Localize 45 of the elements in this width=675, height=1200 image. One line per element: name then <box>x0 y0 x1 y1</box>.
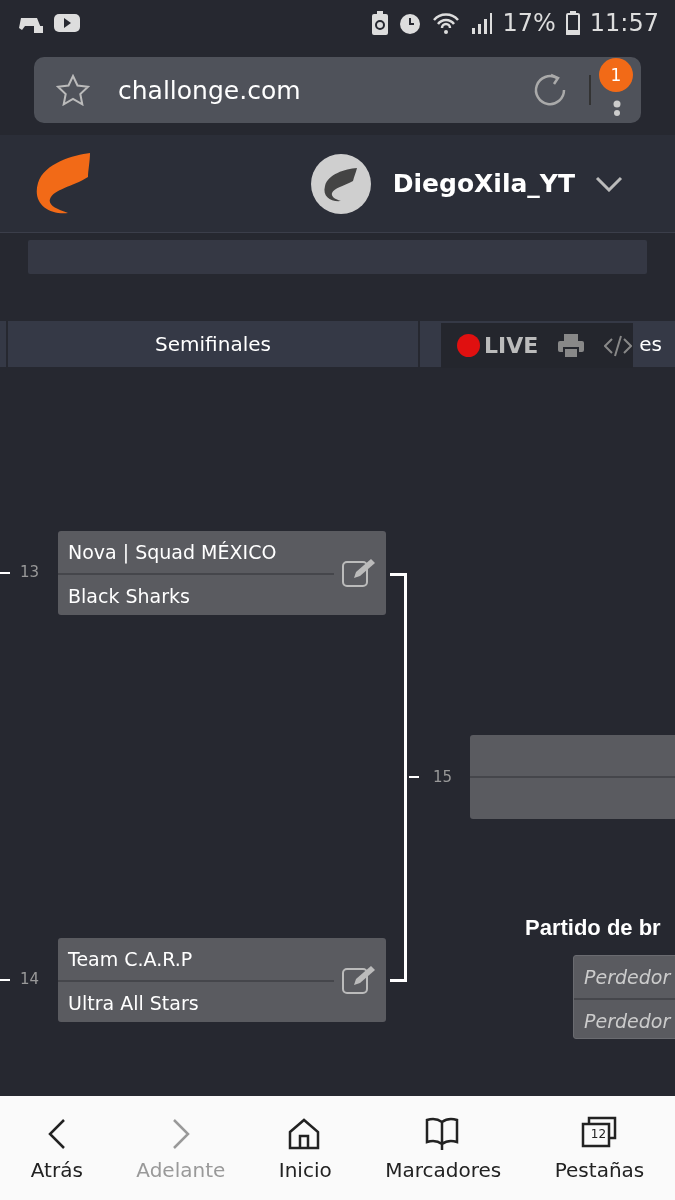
reload-icon[interactable] <box>533 73 567 107</box>
nav-tabs-button[interactable]: 12 Pestañas <box>554 1115 645 1182</box>
print-icon[interactable] <box>558 333 585 358</box>
player-name: Black Sharks <box>67 584 191 609</box>
match-number: 15 <box>433 768 453 786</box>
address-bar[interactable]: challonge.com 1 <box>34 57 641 123</box>
url-text: challonge.com <box>118 75 302 105</box>
username[interactable]: DiegoXila_YT <box>392 169 575 198</box>
signal-icon <box>470 11 493 34</box>
edit-icon[interactable] <box>342 965 376 995</box>
player-name: Team C.A.R.P <box>67 947 194 972</box>
forward-icon <box>171 1117 190 1150</box>
live-dot-icon <box>457 334 480 357</box>
player-name: Perdedor <box>583 965 673 990</box>
star-icon[interactable] <box>56 74 90 106</box>
match-number: 13 <box>20 563 40 581</box>
back-icon <box>47 1117 66 1150</box>
avatar-icon[interactable] <box>310 153 371 214</box>
edit-icon[interactable] <box>342 558 376 588</box>
nav-bookmarks-button[interactable]: Marcadores <box>385 1115 502 1182</box>
video-icon <box>54 12 80 33</box>
wifi-icon <box>432 11 461 34</box>
tab-count: 12 <box>589 1126 608 1141</box>
chevron-down-icon[interactable] <box>595 175 623 192</box>
nav-back-button[interactable]: Atrás <box>30 1115 83 1182</box>
match-number: 14 <box>20 970 40 988</box>
round-header: es <box>633 321 675 367</box>
player-name: Nova | Squad MÉXICO <box>67 540 278 566</box>
clock-time: 11:57 <box>589 8 659 37</box>
code-icon[interactable] <box>604 333 633 358</box>
player-name: Perdedor <box>583 1009 673 1034</box>
battery-icon <box>565 10 580 35</box>
round-header: Semifinales <box>8 321 418 367</box>
menu-icon[interactable] <box>613 100 621 116</box>
battery-saver-icon <box>372 10 389 35</box>
logo-icon[interactable] <box>34 152 92 215</box>
section-title: Partido de br <box>525 915 661 941</box>
match-card[interactable]: Team C.A.R.P Ultra All Stars <box>58 938 386 1022</box>
nav-home-button[interactable]: Inicio <box>278 1115 332 1182</box>
match-card[interactable]: Perdedor Perdedor <box>573 955 675 1039</box>
match-card[interactable]: Nova | Squad MÉXICO Black Sharks <box>58 531 386 615</box>
live-label[interactable]: LIVE <box>484 333 539 358</box>
battery-percentage: 17% <box>502 8 556 37</box>
notification-badge: 1 <box>599 58 633 92</box>
player-name: Ultra All Stars <box>67 991 200 1016</box>
